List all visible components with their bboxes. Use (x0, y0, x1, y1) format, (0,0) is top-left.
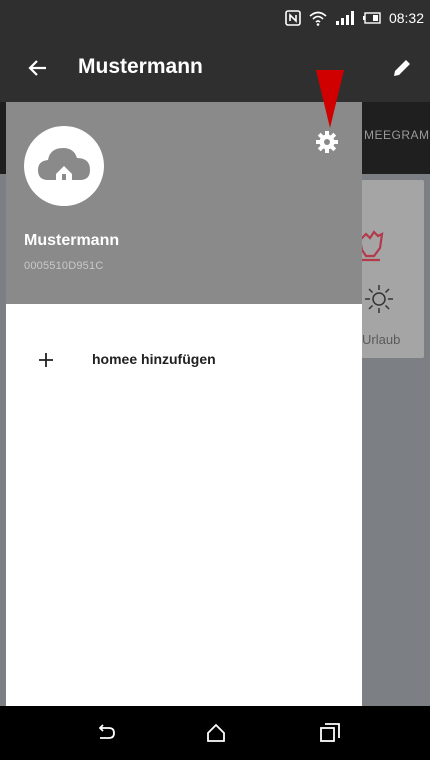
gear-icon[interactable] (316, 131, 338, 153)
wifi-icon (309, 11, 327, 26)
status-icons: 08:32 (285, 0, 424, 36)
add-homee-menu-item[interactable]: homee hinzufügen (6, 336, 362, 384)
status-bar: 08:32 (0, 0, 430, 36)
avatar[interactable] (24, 126, 104, 206)
system-nav-bar (0, 706, 430, 760)
navigation-drawer: Mustermann 0005510D951C homee hinzufügen (6, 102, 362, 706)
cloud-home-icon (38, 148, 90, 180)
red-arrow-down-icon (316, 70, 344, 128)
pencil-icon[interactable] (392, 58, 412, 78)
sun-icon (365, 285, 393, 313)
drawer-header: Mustermann 0005510D951C (6, 102, 362, 304)
back-icon[interactable] (94, 721, 118, 745)
account-id: 0005510D951C (24, 260, 104, 272)
app-bar (0, 36, 430, 102)
battery-icon (362, 12, 381, 24)
background-card-label: Urlaub (362, 332, 401, 347)
page-title: Mustermann (78, 55, 203, 78)
menu-item-label: homee hinzufügen (92, 351, 216, 367)
screen: MEEGRAM Urlaub 08:32 Mustermann Musterma… (0, 0, 430, 760)
recents-icon[interactable] (318, 721, 342, 745)
signal-icon (335, 11, 354, 25)
nfc-icon (285, 10, 301, 26)
account-name: Mustermann (24, 232, 120, 249)
background-tab-label: MEEGRAM (364, 128, 430, 142)
clock: 08:32 (388, 10, 424, 26)
plus-icon (39, 353, 53, 367)
home-icon[interactable] (204, 721, 228, 745)
back-arrow-icon[interactable] (26, 56, 50, 80)
